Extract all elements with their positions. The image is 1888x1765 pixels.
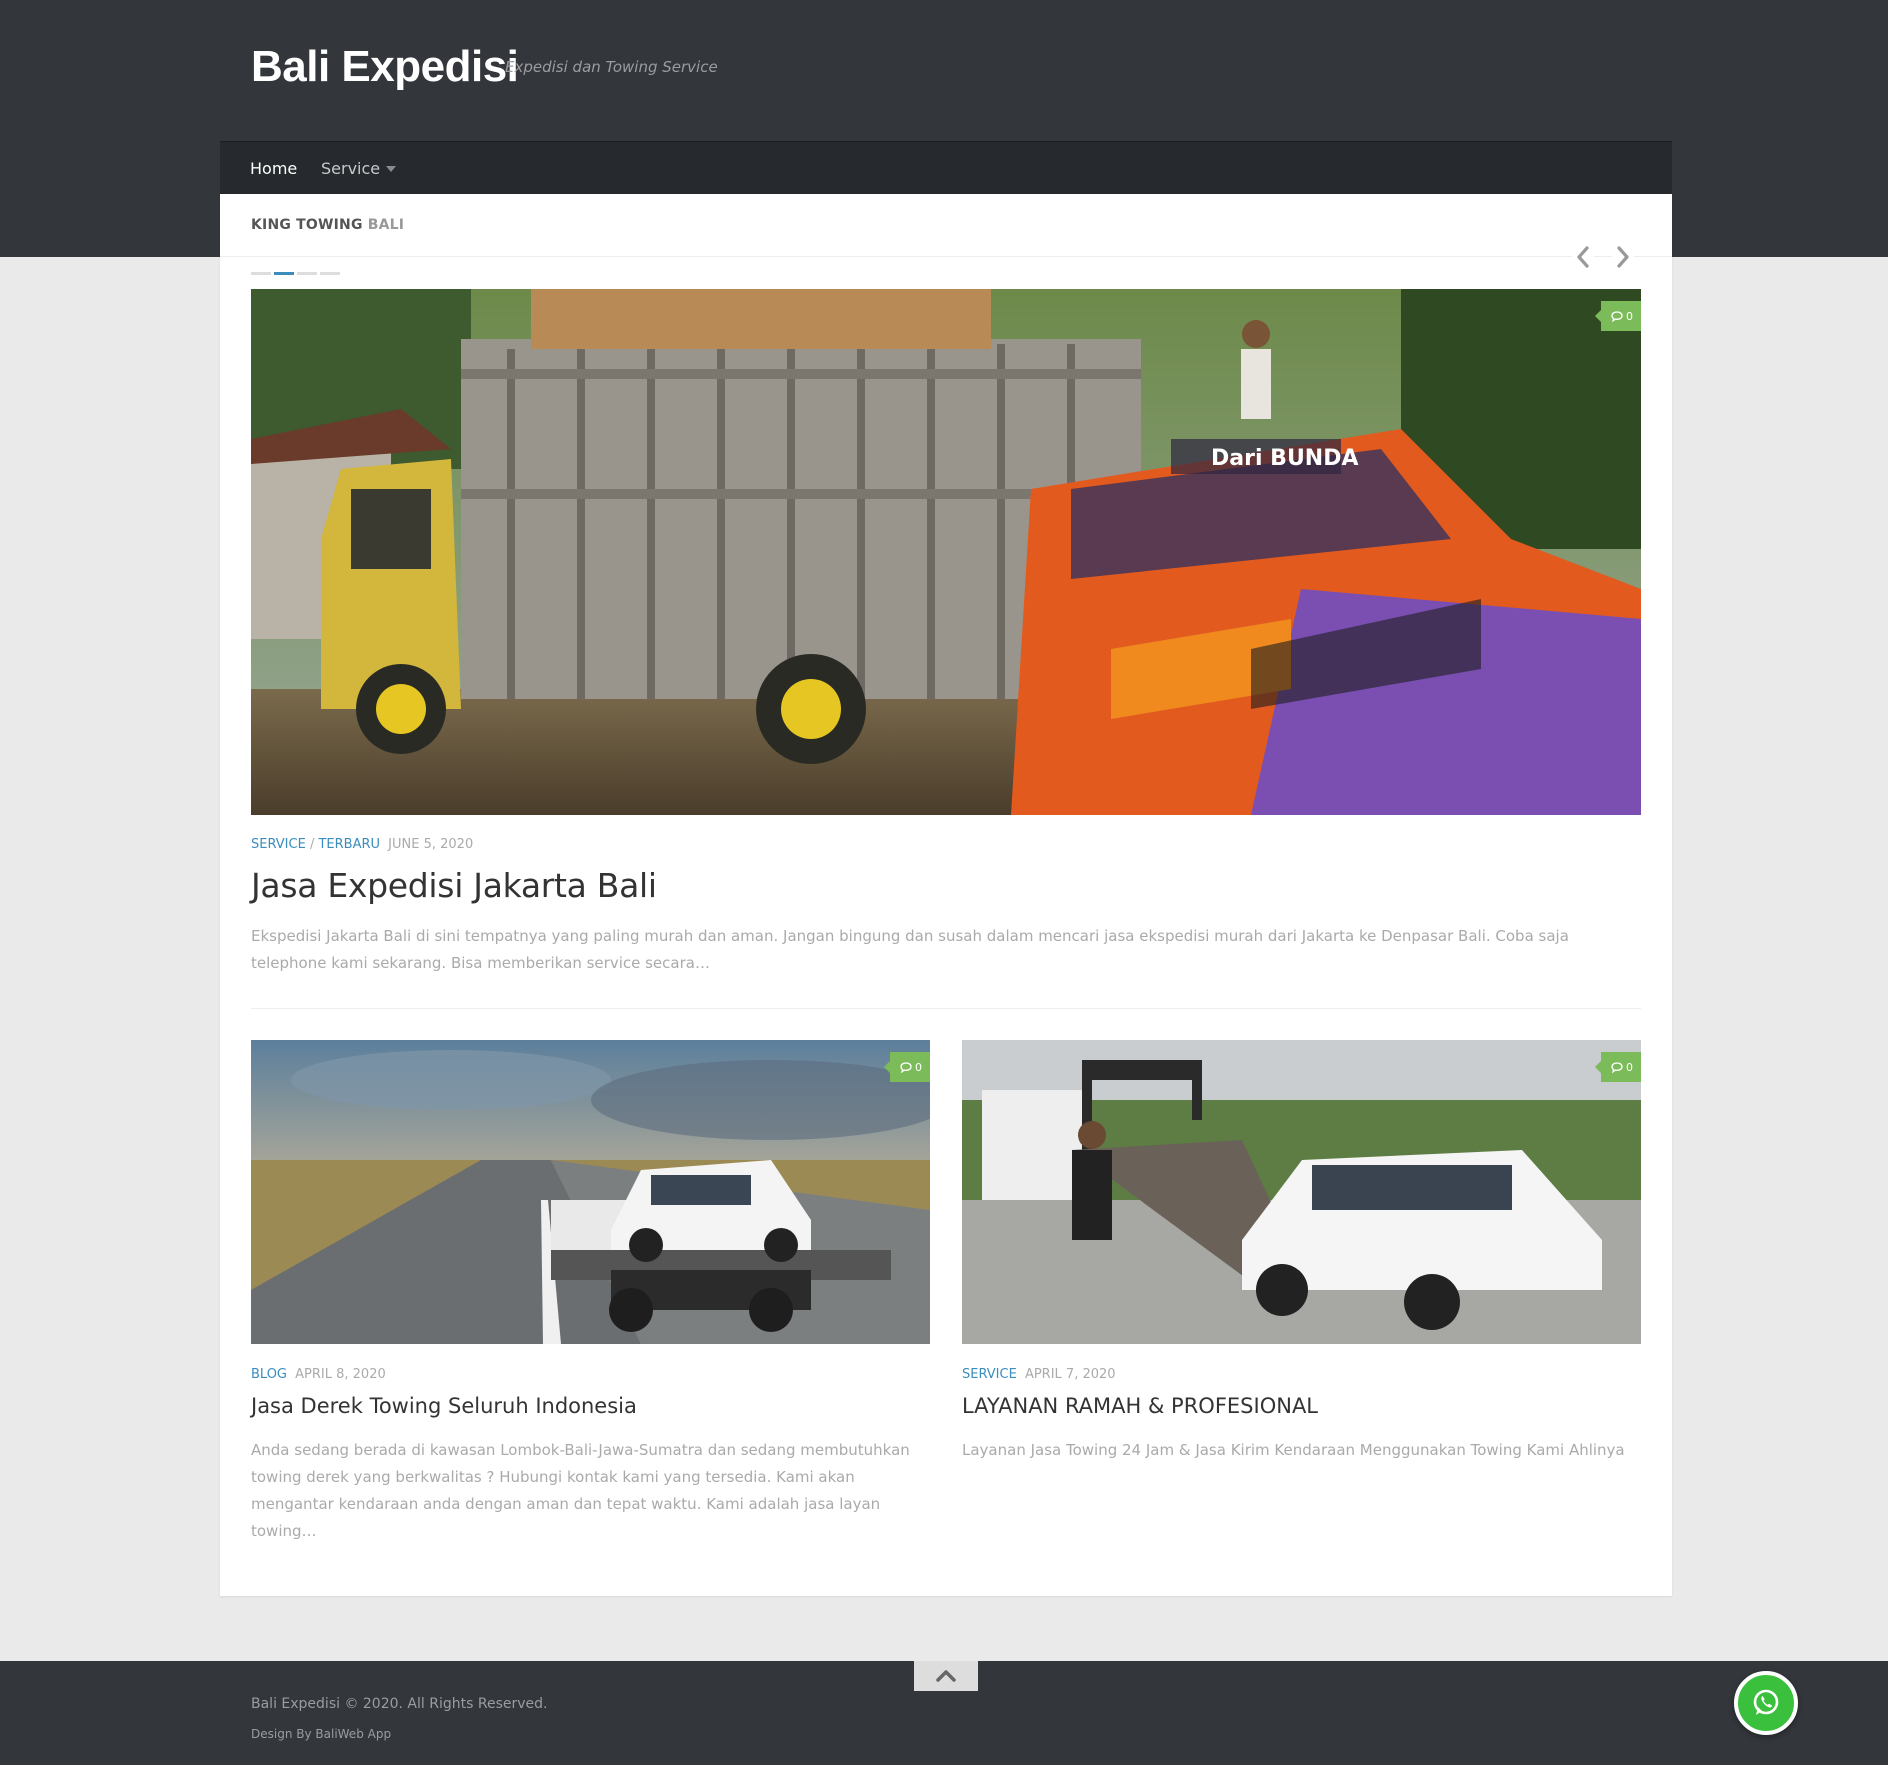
comment-count-badge[interactable]: 0 [1595,301,1641,331]
comment-icon [900,1061,912,1073]
whatsapp-icon [1753,1689,1779,1715]
comment-count: 0 [1626,309,1633,323]
post-excerpt: Layanan Jasa Towing 24 Jam & Jasa Kirim … [962,1441,1625,1459]
post-meta: SERVICE APRIL 7, 2020 [962,1367,1116,1382]
section-title-light: BALI [367,217,405,233]
site-tagline: Expedisi dan Towing Service [505,58,718,76]
category-separator: / [309,837,315,852]
slider-dot[interactable] [251,272,271,275]
chevron-right-icon [1617,246,1629,268]
post-thumbnail[interactable]: 0 [251,1040,930,1344]
category-link[interactable]: SERVICE [251,837,306,852]
main-nav: Home Service [220,141,1672,195]
category-link[interactable]: BLOG [251,1367,287,1382]
category-link[interactable]: TERBARU [318,837,380,852]
truck-photo: Dari BUNDA [251,289,1641,815]
nav-item-service-label: Service [321,159,381,178]
chevron-up-icon [936,1670,956,1682]
featured-post-excerpt: Ekspedisi Jakarta Bali di sini tempatnya… [251,927,1569,972]
slider-pagination [251,272,340,275]
footer-copyright: Bali Expedisi © 2020. All Rights Reserve… [251,1696,548,1712]
comment-count-badge[interactable]: 0 [1595,1052,1641,1082]
post-date: APRIL 8, 2020 [295,1367,386,1382]
featured-post-title[interactable]: Jasa Expedisi Jakarta Bali [251,866,657,905]
whatsapp-button[interactable] [1734,1671,1798,1735]
post-title[interactable]: LAYANAN RAMAH & PROFESIONAL [962,1394,1318,1418]
post-excerpt: Anda sedang berada di kawasan Lombok-Bal… [251,1441,910,1540]
comment-count: 0 [1626,1060,1633,1074]
comment-count-badge[interactable]: 0 [884,1052,930,1082]
post-meta: SERVICE / TERBARU JUNE 5, 2020 [251,837,473,852]
post-meta: BLOG APRIL 8, 2020 [251,1367,386,1382]
slider-dot[interactable] [297,272,317,275]
van-windshield-text: Dari BUNDA [1211,446,1359,471]
slider-dot-active[interactable] [274,272,294,275]
divider [251,1008,1641,1009]
post-date: JUNE 5, 2020 [388,837,474,852]
post-date: APRIL 7, 2020 [1024,1367,1116,1382]
caret-down-icon [386,166,397,172]
comment-icon [1611,310,1623,322]
site-footer: Bali Expedisi © 2020. All Rights Reserve… [0,1661,1888,1765]
chevron-left-icon [1577,246,1589,268]
section-title-bold: KING TOWING [251,217,363,233]
comment-count: 0 [915,1060,922,1074]
nav-item-home[interactable]: Home [250,159,297,178]
footer-credit[interactable]: Design By BaliWeb App [251,1727,391,1741]
category-link[interactable]: SERVICE [962,1367,1017,1382]
nav-item-service[interactable]: Service [321,159,397,178]
post-title[interactable]: Jasa Derek Towing Seluruh Indonesia [251,1394,637,1418]
featured-post-image[interactable]: Dari BUNDA 0 [251,289,1641,815]
section-title: KING TOWING BALI [251,217,404,233]
comment-icon [1611,1061,1623,1073]
main-content: KING TOWING BALI Dari BUNDA 0 SERVICE / … [220,194,1672,1596]
slider-prev-button[interactable] [1572,243,1594,271]
divider [220,256,1672,257]
tow-truck-road-photo [251,1040,930,1344]
site-title[interactable]: Bali Expedisi [251,42,519,92]
back-to-top-button[interactable] [914,1661,978,1691]
post-thumbnail[interactable]: 0 [962,1040,1641,1344]
slider-next-button[interactable] [1612,243,1634,271]
slider-dot[interactable] [320,272,340,275]
tow-truck-loading-photo [962,1040,1641,1344]
